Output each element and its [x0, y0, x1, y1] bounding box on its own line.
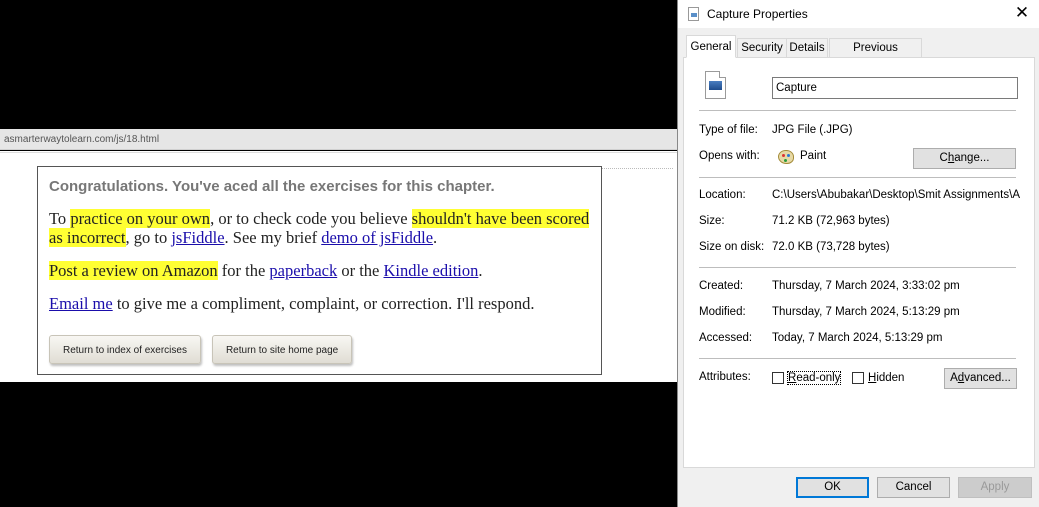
text: , or to check code you believe	[210, 209, 412, 228]
divider	[699, 358, 1016, 359]
advanced-label-suffix: vanced...	[964, 372, 1011, 384]
ok-button[interactable]: OK	[796, 477, 869, 498]
address-bar[interactable]: asmarterwaytolearn.com/js/18.html	[0, 129, 677, 150]
change-label-suffix: ange...	[954, 152, 990, 164]
kindle-link[interactable]: Kindle edition	[384, 261, 479, 280]
text: .	[433, 228, 438, 247]
tab-details[interactable]: Details	[786, 38, 828, 57]
accessed-label: Accessed:	[699, 332, 753, 344]
cancel-button[interactable]: Cancel	[877, 477, 950, 498]
email-paragraph: Email me to give me a compliment, compla…	[49, 294, 590, 313]
paint-icon	[778, 150, 794, 164]
file-name-input[interactable]	[772, 77, 1018, 99]
location-label: Location:	[699, 189, 746, 201]
apply-button[interactable]: Apply	[958, 477, 1032, 498]
readonly-text: ead-only	[796, 372, 841, 384]
hidden-checkbox[interactable]	[852, 372, 864, 384]
web-page: Congratulations. You've aced all the exe…	[0, 151, 677, 382]
text: to give me a compliment, complaint, or c…	[112, 294, 535, 313]
modified-label: Modified:	[699, 306, 746, 318]
return-home-button[interactable]: Return to site home page	[211, 335, 353, 364]
hidden-text: idden	[876, 372, 905, 384]
paperback-link[interactable]: paperback	[269, 261, 337, 280]
practice-paragraph: To practice on your own, or to check cod…	[49, 209, 590, 247]
review-paragraph: Post a review on Amazon for the paperbac…	[49, 261, 590, 280]
button-row: Return to index of exercises Return to si…	[49, 335, 363, 364]
text: or the	[337, 261, 384, 280]
attributes-label: Attributes:	[699, 371, 751, 383]
highlight-text: Post a review on Amazon	[49, 261, 218, 280]
close-icon[interactable]: ✕	[1012, 3, 1032, 23]
advanced-button[interactable]: Advanced...	[944, 368, 1017, 389]
type-value: JPG File (.JPG)	[772, 124, 853, 136]
hidden-label[interactable]: Hidden	[868, 372, 904, 384]
properties-dialog: Capture Properties ✕ General Security De…	[677, 0, 1039, 507]
opens-with-label: Opens with:	[699, 150, 760, 162]
congrats-heading: Congratulations. You've aced all the exe…	[49, 178, 495, 195]
text: , go to	[125, 228, 172, 247]
text: .	[478, 261, 483, 280]
general-panel: Type of file: JPG File (.JPG) Opens with…	[683, 57, 1035, 468]
jsfiddle-link[interactable]: jsFiddle	[171, 228, 224, 247]
divider	[699, 177, 1016, 178]
title-bar: Capture Properties ✕	[678, 0, 1039, 28]
divider	[699, 267, 1016, 268]
created-value: Thursday, 7 March 2024, 3:33:02 pm	[772, 280, 960, 292]
text: . See my brief	[224, 228, 322, 247]
location-value: C:\Users\Abubakar\Desktop\Smit Assignmen…	[772, 189, 1020, 201]
image-file-icon	[705, 71, 726, 99]
email-link[interactable]: Email me	[49, 294, 113, 313]
tab-general[interactable]: General	[686, 35, 736, 58]
tab-previous-versions[interactable]: Previous Versions	[829, 38, 922, 72]
modified-value: Thursday, 7 March 2024, 5:13:29 pm	[772, 306, 960, 318]
highlight-text: practice on your own	[70, 209, 211, 228]
congrats-box: Congratulations. You've aced all the exe…	[37, 166, 602, 375]
readonly-checkbox[interactable]	[772, 372, 784, 384]
demo-jsfiddle-link[interactable]: demo of jsFiddle	[321, 228, 433, 247]
size-value: 71.2 KB (72,963 bytes)	[772, 215, 890, 227]
advanced-label-prefix: A	[950, 372, 958, 384]
text: for the	[217, 261, 270, 280]
readonly-label[interactable]: Read-only	[786, 371, 842, 385]
divider	[0, 152, 677, 153]
divider	[699, 110, 1016, 111]
return-index-button[interactable]: Return to index of exercises	[49, 335, 201, 364]
tab-security[interactable]: Security	[737, 38, 787, 57]
file-icon	[688, 7, 699, 21]
size-on-disk-value: 72.0 KB (73,728 bytes)	[772, 241, 890, 253]
created-label: Created:	[699, 280, 744, 292]
text: To	[49, 209, 71, 228]
type-label: Type of file:	[699, 124, 758, 136]
opens-with-value: Paint	[800, 150, 827, 162]
dialog-title: Capture Properties	[707, 7, 808, 21]
size-on-disk-label: Size on disk:	[699, 241, 765, 253]
size-label: Size:	[699, 215, 725, 227]
accessed-value: Today, 7 March 2024, 5:13:29 pm	[772, 332, 943, 344]
browser-capture: asmarterwaytolearn.com/js/18.html Congra…	[0, 0, 677, 507]
change-label-prefix: C	[939, 152, 948, 164]
change-button[interactable]: Change...	[913, 148, 1016, 169]
